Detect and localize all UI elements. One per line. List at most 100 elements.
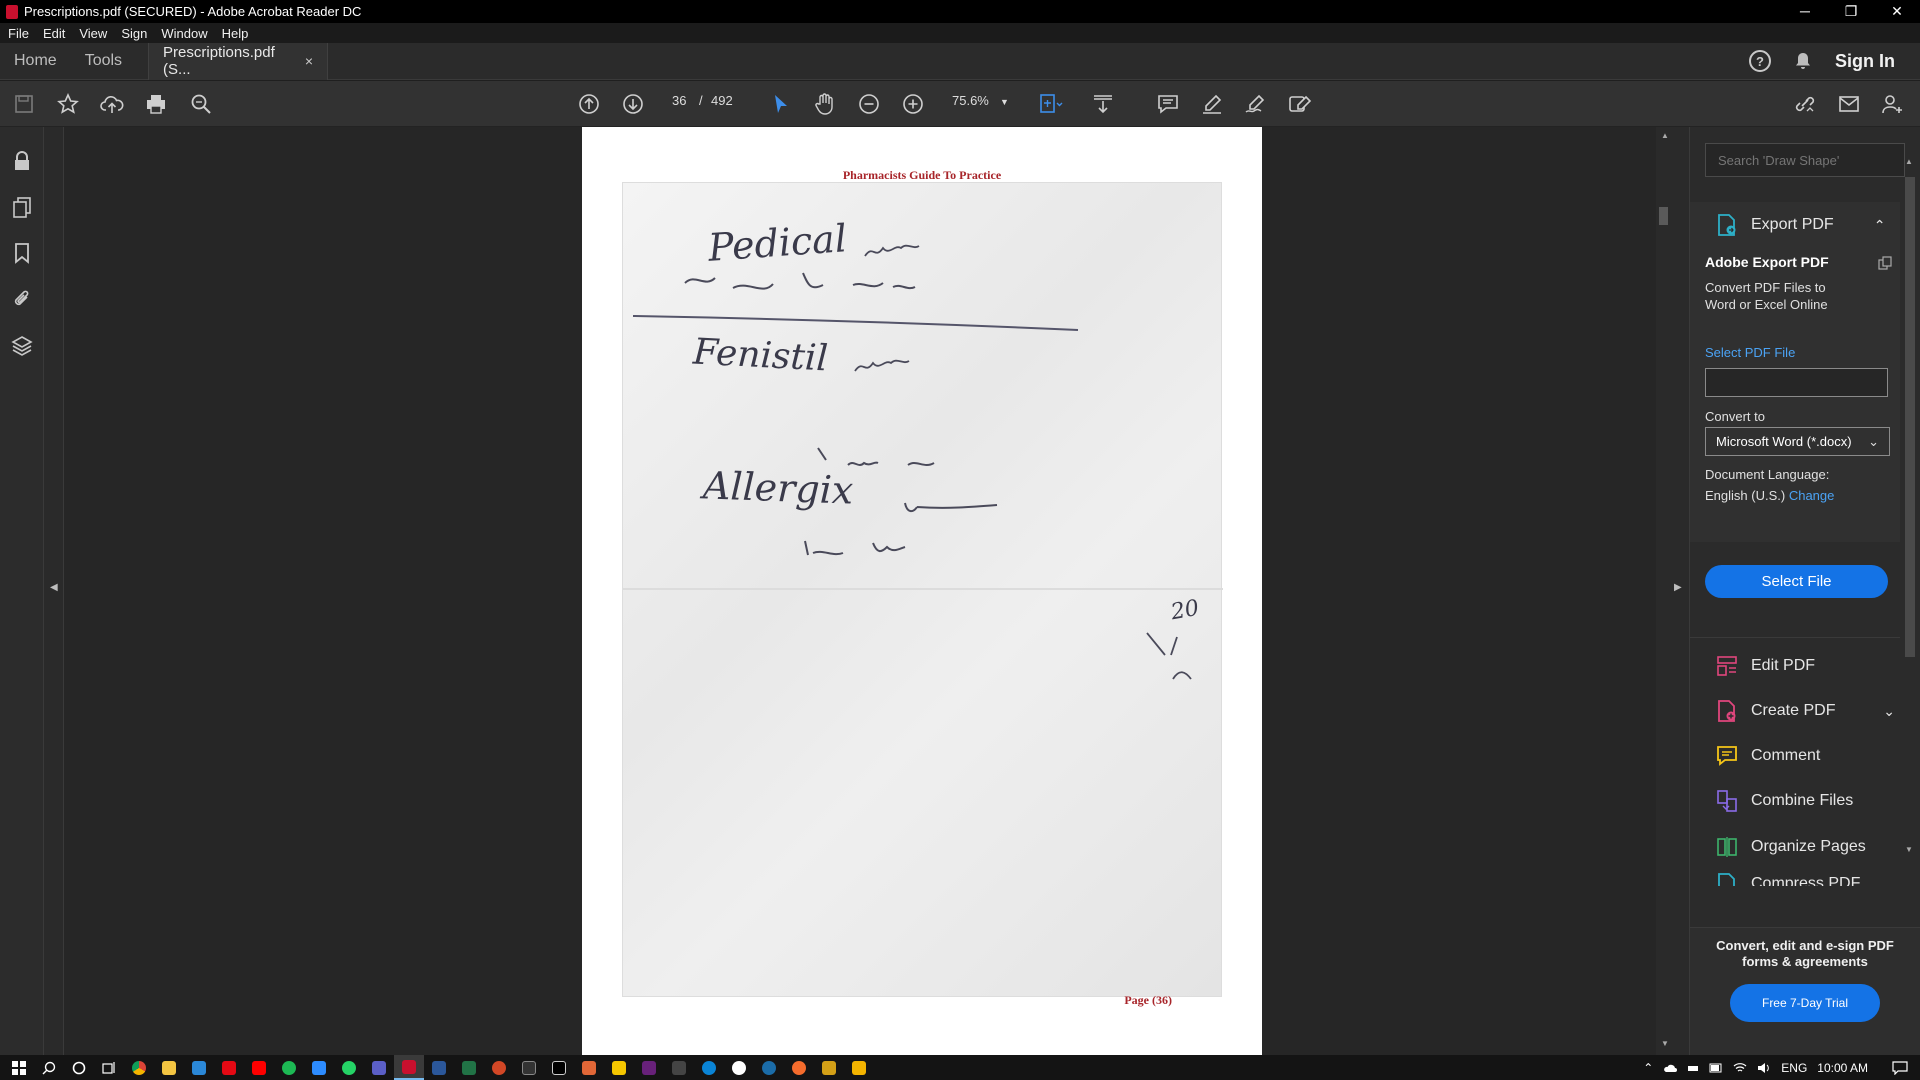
fill-sign-icon[interactable] xyxy=(1242,90,1270,118)
cortana-icon[interactable] xyxy=(64,1055,94,1080)
next-page-icon[interactable] xyxy=(619,90,647,118)
menu-window[interactable]: Window xyxy=(161,26,213,41)
highlight-pen-icon[interactable] xyxy=(1198,90,1226,118)
hand-tool-icon[interactable] xyxy=(811,90,839,118)
terminal-app-icon[interactable] xyxy=(514,1055,544,1080)
spotify-app-icon[interactable] xyxy=(274,1055,304,1080)
convert-to-dropdown[interactable]: Microsoft Word (*.docx) ⌄ xyxy=(1705,427,1890,456)
xbox-app-icon[interactable] xyxy=(724,1055,754,1080)
battery-icon[interactable] xyxy=(1709,1063,1723,1073)
tab-document[interactable]: Prescriptions.pdf (S... × xyxy=(148,42,329,80)
printer-tray-icon[interactable] xyxy=(1687,1062,1699,1074)
left-panel-toggle[interactable]: ◀ xyxy=(44,127,64,1055)
right-panel-toggle[interactable]: ▶ xyxy=(1668,127,1690,1055)
upload-cloud-icon[interactable] xyxy=(98,90,126,118)
chrome-app-icon[interactable] xyxy=(124,1055,154,1080)
menu-edit[interactable]: Edit xyxy=(43,26,71,41)
pane-scroll-down-icon[interactable]: ▼ xyxy=(1905,845,1913,854)
file-explorer-app-icon[interactable] xyxy=(154,1055,184,1080)
select-pdf-file-link[interactable]: Select PDF File xyxy=(1705,345,1795,360)
input-language[interactable]: ENG xyxy=(1781,1061,1807,1075)
pane-scroll-up-icon[interactable]: ▲ xyxy=(1905,157,1913,166)
zoom-level-dropdown[interactable]: 75.6% xyxy=(952,93,989,108)
matlab-app-icon[interactable] xyxy=(574,1055,604,1080)
collapse-left-chevron-icon[interactable]: ◀ xyxy=(50,582,58,593)
comment-icon[interactable] xyxy=(1154,90,1182,118)
previous-page-icon[interactable] xyxy=(575,90,603,118)
zoom-out-icon[interactable] xyxy=(855,90,883,118)
scroll-mode-icon[interactable] xyxy=(1089,90,1117,118)
tools-app-icon[interactable] xyxy=(844,1055,874,1080)
share-link-icon[interactable] xyxy=(1791,90,1819,118)
copy-icon[interactable] xyxy=(1878,256,1892,270)
tool-combine-files[interactable]: Combine Files xyxy=(1715,789,1853,813)
menu-help[interactable]: Help xyxy=(222,26,255,41)
whatsapp-app-icon[interactable] xyxy=(334,1055,364,1080)
chevron-up-icon[interactable]: ⌃ xyxy=(1874,217,1886,234)
add-user-icon[interactable] xyxy=(1879,90,1907,118)
close-tab-icon[interactable]: × xyxy=(305,53,313,69)
steam-app-icon[interactable] xyxy=(754,1055,784,1080)
save-icon[interactable] xyxy=(10,90,38,118)
word-app-icon[interactable] xyxy=(424,1055,454,1080)
powerpoint-app-icon[interactable] xyxy=(484,1055,514,1080)
restore-button[interactable]: ❐ xyxy=(1828,3,1874,20)
select-file-button[interactable]: Select File xyxy=(1705,565,1888,598)
export-pdf-header[interactable]: Export PDF ⌃ xyxy=(1715,213,1885,237)
origin-app-icon[interactable] xyxy=(784,1055,814,1080)
zoom-in-icon[interactable] xyxy=(899,90,927,118)
help-icon[interactable]: ? xyxy=(1749,50,1771,72)
edge-app-icon[interactable] xyxy=(694,1055,724,1080)
minimize-button[interactable]: ─ xyxy=(1782,3,1828,20)
menu-file[interactable]: File xyxy=(8,26,35,41)
close-window-button[interactable]: ✕ xyxy=(1874,3,1920,20)
tool-create-pdf[interactable]: Create PDF ⌄ xyxy=(1715,699,1895,723)
clock[interactable]: 10:00 AM xyxy=(1817,1061,1868,1075)
tool-compress-pdf[interactable]: Compress PDF xyxy=(1715,872,1860,886)
tool-comment[interactable]: Comment xyxy=(1715,744,1820,768)
taskbar-search-icon[interactable] xyxy=(34,1055,64,1080)
media-player-app-icon[interactable] xyxy=(604,1055,634,1080)
search-zoom-icon[interactable] xyxy=(187,90,215,118)
create-pdf-chevron-down-icon[interactable]: ⌄ xyxy=(1883,703,1895,720)
select-cursor-icon[interactable] xyxy=(767,90,795,118)
attachments-paperclip-icon[interactable] xyxy=(10,287,34,311)
youtube-app-icon[interactable] xyxy=(244,1055,274,1080)
netflix-app-icon[interactable] xyxy=(214,1055,244,1080)
calculator-app-icon[interactable] xyxy=(664,1055,694,1080)
tool-organize-pages[interactable]: Organize Pages xyxy=(1715,835,1866,859)
pane-scrollbar-thumb[interactable] xyxy=(1905,177,1915,657)
action-center-icon[interactable] xyxy=(1892,1060,1908,1075)
sign-in-button[interactable]: Sign In xyxy=(1835,51,1895,72)
teams-app-icon[interactable] xyxy=(364,1055,394,1080)
mail-app-icon[interactable] xyxy=(184,1055,214,1080)
utility-app-icon[interactable] xyxy=(814,1055,844,1080)
page-thumbnails-icon[interactable] xyxy=(10,195,34,219)
menu-sign[interactable]: Sign xyxy=(121,26,153,41)
email-icon[interactable] xyxy=(1835,90,1863,118)
fit-page-icon[interactable] xyxy=(1037,90,1065,118)
pycharm-app-icon[interactable] xyxy=(544,1055,574,1080)
task-view-icon[interactable] xyxy=(94,1055,124,1080)
acrobat-taskbar-icon[interactable] xyxy=(394,1055,424,1080)
wifi-icon[interactable] xyxy=(1733,1062,1747,1074)
selected-file-field[interactable] xyxy=(1705,368,1888,397)
volume-icon[interactable] xyxy=(1757,1062,1771,1074)
document-canvas[interactable]: Pharmacists Guide To Practice Pedical Fe… xyxy=(64,127,1656,1055)
collapse-right-chevron-icon[interactable]: ▶ xyxy=(1674,582,1682,593)
free-trial-button[interactable]: Free 7-Day Trial xyxy=(1730,984,1880,1022)
change-language-link[interactable]: Change xyxy=(1789,488,1835,503)
security-lock-icon[interactable] xyxy=(10,149,34,173)
tab-home[interactable]: Home xyxy=(0,43,71,80)
notifications-bell-icon[interactable] xyxy=(1793,51,1813,71)
excel-app-icon[interactable] xyxy=(454,1055,484,1080)
zoom-chevron-down-icon[interactable]: ▼ xyxy=(1000,97,1009,107)
more-tools-icon[interactable] xyxy=(1286,90,1314,118)
menu-view[interactable]: View xyxy=(79,26,113,41)
bookmark-star-icon[interactable] xyxy=(54,90,82,118)
bookmarks-icon[interactable] xyxy=(10,241,34,265)
visual-studio-app-icon[interactable] xyxy=(634,1055,664,1080)
tools-search-input[interactable] xyxy=(1705,143,1905,177)
zoom-app-icon[interactable] xyxy=(304,1055,334,1080)
onedrive-cloud-icon[interactable] xyxy=(1663,1063,1678,1073)
